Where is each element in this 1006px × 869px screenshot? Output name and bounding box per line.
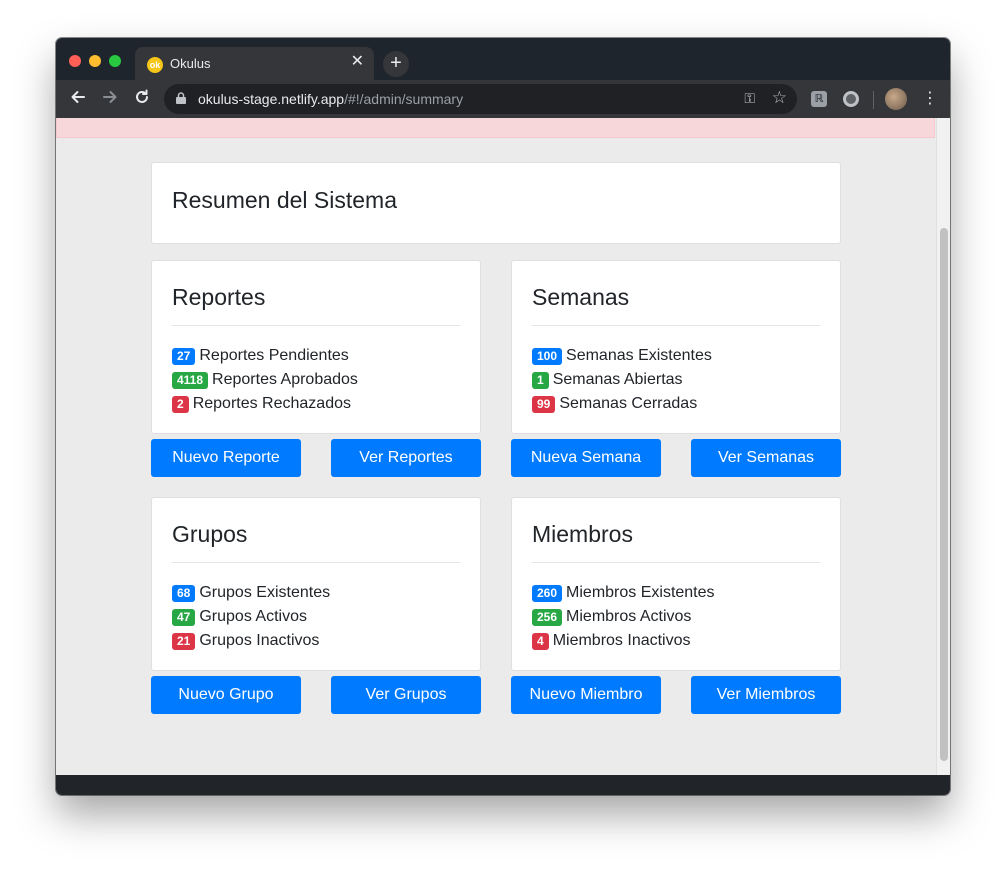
- stat-label: Miembros Inactivos: [552, 632, 691, 649]
- grupos-title: Grupos: [172, 521, 248, 547]
- browser-tab[interactable]: ok Okulus ✕: [135, 47, 374, 80]
- ver-grupos-button[interactable]: Ver Grupos: [331, 676, 481, 714]
- miembros-card: Miembros 260 Miembros Existentes 256 Miemb…: [511, 497, 841, 671]
- stat-row: 1 Semanas Abiertas: [532, 368, 712, 392]
- count-badge: 21: [172, 632, 196, 650]
- stat-row: 256 Miembros Activos: [532, 605, 715, 629]
- page-title: Resumen del Sistema: [172, 187, 397, 213]
- grupos-card: Grupos 68 Grupos Existentes 47 Grupos Acti…: [151, 497, 481, 671]
- page-viewport: Resumen del Sistema Reportes 27 Reportes …: [56, 118, 936, 775]
- stat-label: Grupos Inactivos: [199, 632, 320, 649]
- stat-label: Miembros Activos: [566, 608, 692, 625]
- favicon-icon: ok: [147, 57, 163, 73]
- nueva-semana-button[interactable]: Nueva Semana: [511, 439, 661, 477]
- count-badge: 260: [532, 584, 563, 602]
- stat-label: Grupos Existentes: [199, 584, 331, 601]
- miembros-stats: 260 Miembros Existentes 256 Miembros Activ…: [532, 581, 715, 653]
- key-icon[interactable]: ⚿: [744, 90, 755, 107]
- grupos-stats: 68 Grupos Existentes 47 Grupos Activos 21 G…: [172, 581, 330, 653]
- divider: [532, 562, 820, 563]
- stat-label: Semanas Abiertas: [552, 371, 683, 388]
- extension-record-icon[interactable]: [843, 91, 859, 107]
- reportes-card: Reportes 27 Reportes Pendientes 4118 Repor…: [151, 260, 481, 434]
- profile-avatar[interactable]: [885, 88, 907, 110]
- extension-icon[interactable]: ℝ: [811, 91, 827, 107]
- stat-row: 47 Grupos Activos: [172, 605, 330, 629]
- tab-strip: ok Okulus ✕ +: [56, 38, 950, 80]
- stat-row: 68 Grupos Existentes: [172, 581, 330, 605]
- divider: [172, 325, 460, 326]
- summary-card: Resumen del Sistema: [151, 162, 841, 244]
- toolbar-divider: [873, 91, 874, 109]
- url-host: okulus-stage.netlify.app: [198, 91, 345, 107]
- browser-toolbar: okulus-stage.netlify.app/#!/admin/summar…: [56, 80, 950, 118]
- ver-semanas-button[interactable]: Ver Semanas: [691, 439, 841, 477]
- url-text: okulus-stage.netlify.app/#!/admin/summar…: [198, 91, 463, 107]
- count-badge: 1: [532, 371, 549, 389]
- nuevo-reporte-button[interactable]: Nuevo Reporte: [151, 439, 301, 477]
- menu-icon[interactable]: ⋮: [922, 89, 938, 109]
- stat-label: Reportes Rechazados: [192, 395, 351, 412]
- divider: [172, 562, 460, 563]
- divider: [532, 325, 820, 326]
- close-window-button[interactable]: [69, 55, 81, 67]
- stat-label: Semanas Cerradas: [559, 395, 698, 412]
- count-badge: 256: [532, 608, 563, 626]
- stat-label: Miembros Existentes: [566, 584, 715, 601]
- stat-label: Grupos Activos: [199, 608, 307, 625]
- count-badge: 100: [532, 347, 563, 365]
- scrollbar-thumb[interactable]: [940, 228, 948, 761]
- stat-row: 99 Semanas Cerradas: [532, 392, 712, 416]
- miembros-title: Miembros: [532, 521, 633, 547]
- star-icon[interactable]: ☆: [772, 88, 787, 108]
- count-badge: 2: [172, 395, 189, 413]
- stat-row: 4 Miembros Inactivos: [532, 629, 715, 653]
- minimize-window-button[interactable]: [89, 55, 101, 67]
- stat-row: 100 Semanas Existentes: [532, 344, 712, 368]
- ver-reportes-button[interactable]: Ver Reportes: [331, 439, 481, 477]
- stat-label: Reportes Pendientes: [199, 347, 349, 364]
- lock-icon: [176, 92, 186, 104]
- stat-label: Semanas Existentes: [566, 347, 712, 364]
- stat-row: 260 Miembros Existentes: [532, 581, 715, 605]
- reportes-stats: 27 Reportes Pendientes 4118 Reportes Aprob…: [172, 344, 358, 416]
- semanas-stats: 100 Semanas Existentes 1 Semanas Abiertas …: [532, 344, 712, 416]
- stat-row: 21 Grupos Inactivos: [172, 629, 330, 653]
- nuevo-grupo-button[interactable]: Nuevo Grupo: [151, 676, 301, 714]
- count-badge: 47: [172, 608, 196, 626]
- stat-row: 4118 Reportes Aprobados: [172, 368, 358, 392]
- count-badge: 27: [172, 347, 196, 365]
- back-arrow-icon[interactable]: [67, 88, 89, 110]
- forward-arrow-icon[interactable]: [99, 88, 121, 110]
- count-badge: 4118: [172, 371, 209, 389]
- nuevo-miembro-button[interactable]: Nuevo Miembro: [511, 676, 661, 714]
- count-badge: 99: [532, 395, 556, 413]
- semanas-card: Semanas 100 Semanas Existentes 1 Semanas A…: [511, 260, 841, 434]
- semanas-title: Semanas: [532, 284, 630, 310]
- alert-banner: [56, 118, 935, 138]
- count-badge: 4: [532, 632, 549, 650]
- count-badge: 68: [172, 584, 196, 602]
- new-tab-button[interactable]: +: [383, 51, 409, 77]
- address-bar[interactable]: okulus-stage.netlify.app/#!/admin/summar…: [164, 84, 797, 114]
- reportes-title: Reportes: [172, 284, 266, 310]
- url-path: /#!/admin/summary: [344, 91, 464, 107]
- stat-label: Reportes Aprobados: [212, 371, 358, 388]
- stat-row: 2 Reportes Rechazados: [172, 392, 358, 416]
- close-tab-icon[interactable]: ✕: [351, 53, 364, 71]
- tab-title: Okulus: [170, 56, 211, 71]
- vertical-scrollbar[interactable]: [936, 118, 950, 775]
- maximize-window-button[interactable]: [109, 55, 121, 67]
- stat-row: 27 Reportes Pendientes: [172, 344, 358, 368]
- ver-miembros-button[interactable]: Ver Miembros: [691, 676, 841, 714]
- browser-window: ok Okulus ✕ + okulus-stage.netlify.app/#…: [56, 38, 950, 795]
- page-footer: [56, 775, 950, 795]
- reload-icon[interactable]: [131, 88, 153, 110]
